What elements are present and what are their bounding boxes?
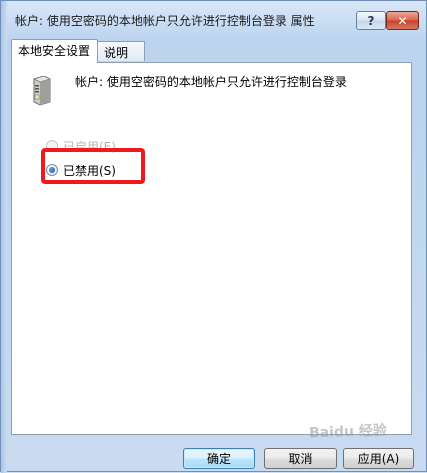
close-button[interactable]: ✕ [386,11,419,30]
window-left-edge [1,1,7,473]
red-highlight-box [41,148,145,184]
server-icon [32,76,52,106]
help-button[interactable]: ? [356,11,386,30]
title-bar: 帐户: 使用空密码的本地帐户只允许进行控制台登录 属性 ? ✕ [1,4,427,32]
tab-explain[interactable]: 说明 [97,41,145,61]
ok-button[interactable]: 确定 [183,448,255,469]
properties-dialog: 帐户: 使用空密码的本地帐户只允许进行控制台登录 属性 ? ✕ 本地安全设置 说… [0,0,427,473]
cancel-button[interactable]: 取消 [264,448,337,469]
window-title: 帐户: 使用空密码的本地帐户只允许进行控制台登录 属性 [15,14,315,28]
watermark: Baidu 经验 [308,422,388,442]
apply-button[interactable]: 应用(A) [343,448,414,469]
tab-local-security-setting[interactable]: 本地安全设置 [11,39,98,63]
tab-panel: 帐户: 使用空密码的本地帐户只允许进行控制台登录 已启用(E) 已禁用(S) [11,62,412,435]
policy-name: 帐户: 使用空密码的本地帐户只允许进行控制台登录 [75,75,347,89]
